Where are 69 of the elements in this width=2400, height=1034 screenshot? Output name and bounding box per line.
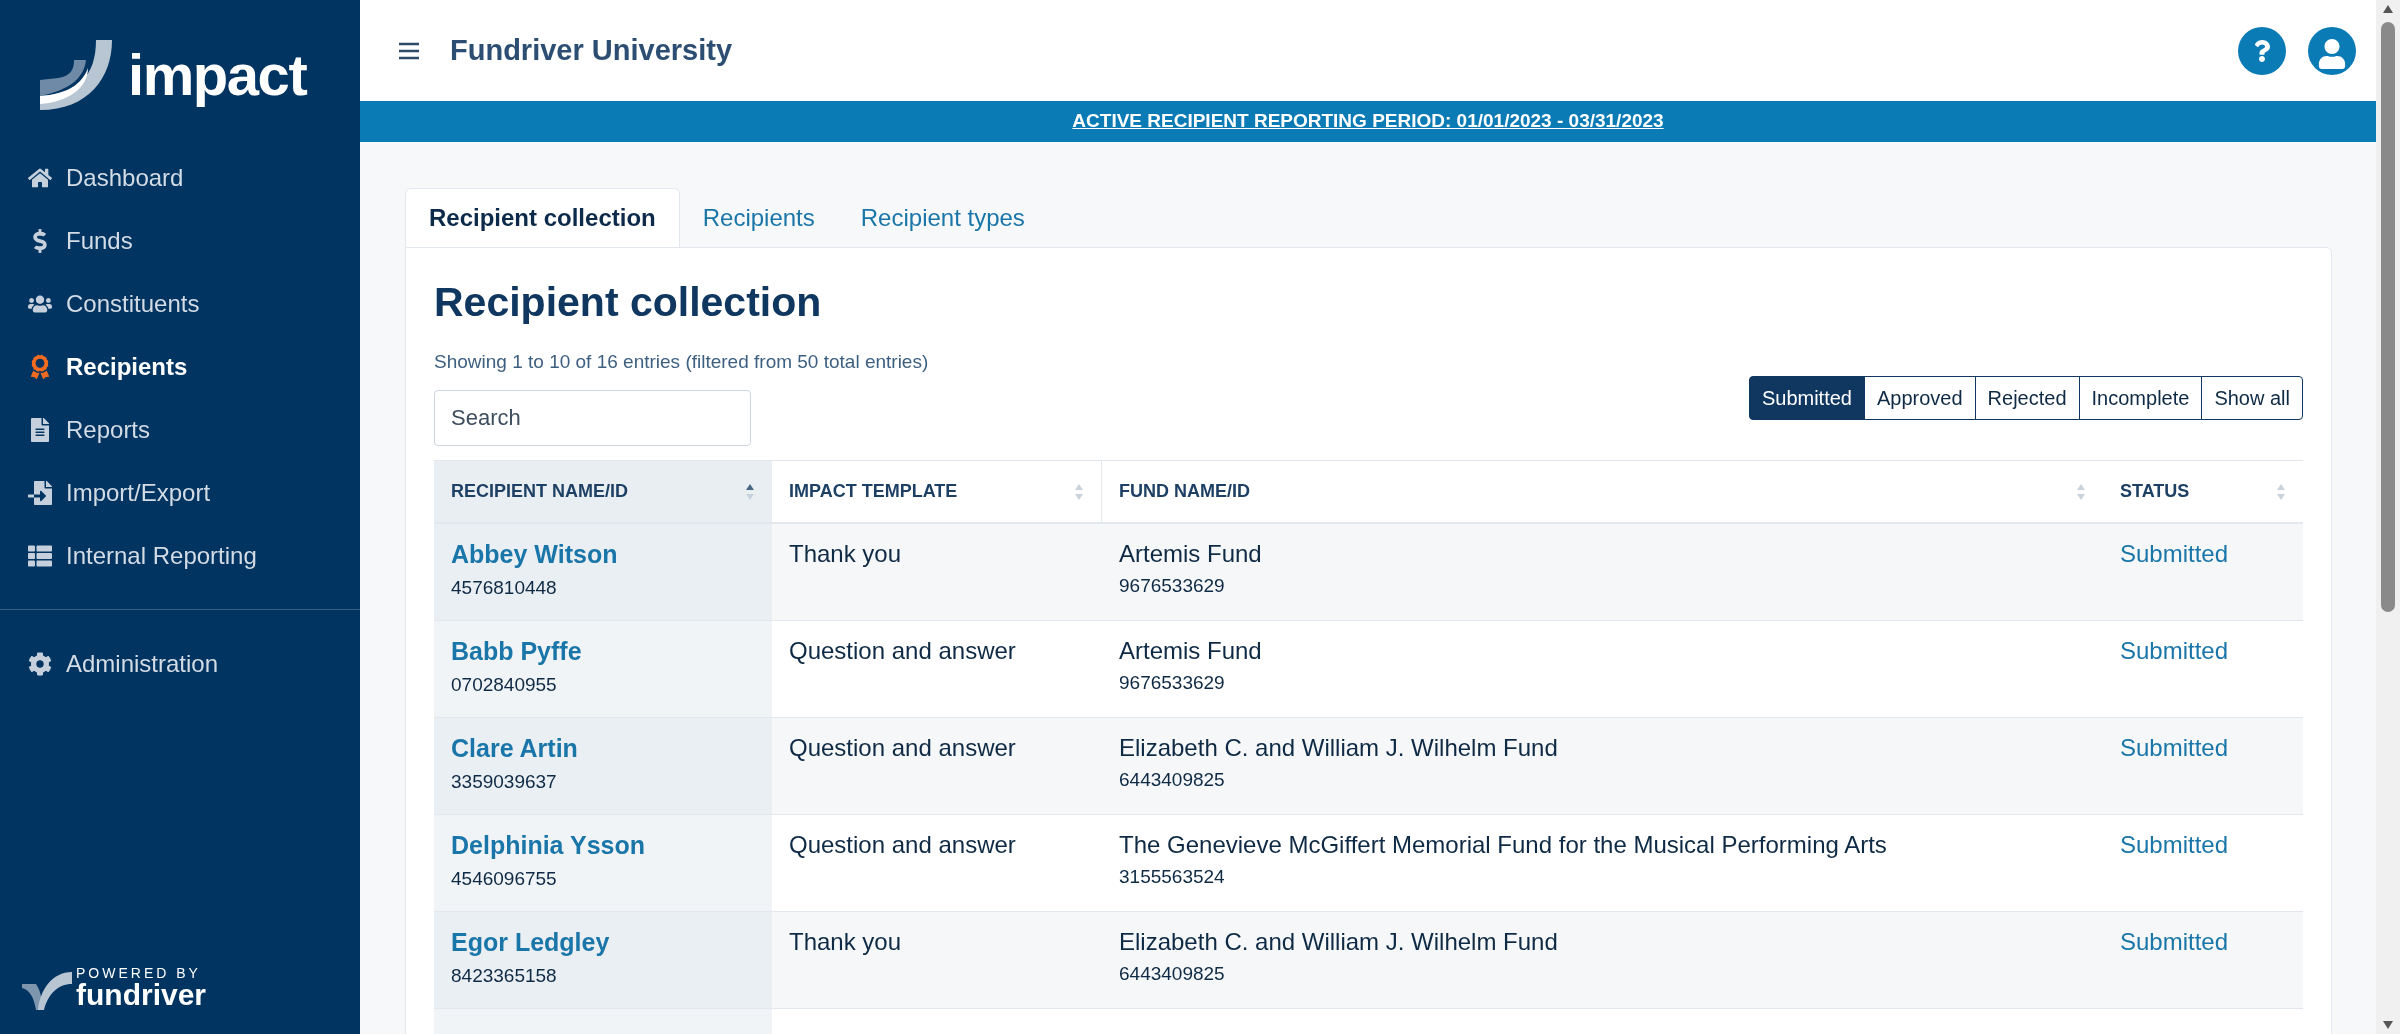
entries-info: Showing 1 to 10 of 16 entries (filtered from 50 total entries) — [434, 349, 929, 374]
template-name: Thank you — [789, 540, 902, 567]
scroll-up-icon[interactable] — [2382, 4, 2394, 14]
fund-name: Elizabeth C. and William J. Wilhelm Fund — [1119, 927, 1559, 957]
powered-by-text: POWERED BY — [76, 966, 202, 980]
column-header[interactable]: RECIPIENT NAME/ID — [434, 461, 772, 522]
reporting-period-link[interactable]: ACTIVE RECIPIENT REPORTING PERIOD: 01/01/2023 - 03/31/2023 — [1072, 107, 1664, 136]
fund-id: 9676533629 — [1119, 671, 1226, 695]
nav-item[interactable]: Internal Reporting — [0, 524, 360, 587]
fund-name: The Genevieve McGiffert Memorial Fund for the Musical Performing Arts — [1119, 830, 1888, 860]
template-name: Question and answer — [789, 637, 1016, 664]
user-avatar[interactable] — [2308, 26, 2356, 75]
recipient-id: 3359039637 — [451, 769, 558, 794]
settings-icon — [28, 651, 52, 676]
page-title: Recipient collection — [434, 278, 823, 327]
recipient-name-link[interactable]: Egor Ledgley — [451, 924, 755, 962]
search-field[interactable]: Search — [434, 390, 751, 446]
import-icon — [28, 480, 52, 505]
fund-name: Artemis Fund — [1119, 539, 1263, 569]
fund-id: 3155563524 — [1119, 865, 1226, 889]
recipient-name-link[interactable]: Clare Artin — [451, 730, 755, 768]
status-filter-button[interactable]: Approved — [1864, 376, 1976, 420]
logo-icon — [38, 38, 112, 112]
status-link[interactable]: Submitted — [2120, 831, 2229, 858]
menu-icon[interactable] — [398, 41, 420, 60]
fund-id: 6443409825 — [1119, 768, 1226, 792]
status-filter-button[interactable]: Show all — [2201, 376, 2303, 420]
nav-item[interactable]: Recipients — [0, 335, 360, 398]
status-filter-button[interactable]: Submitted — [1748, 376, 1865, 420]
recipient-name-link[interactable]: Delphinia Ysson — [451, 827, 755, 865]
status-link[interactable]: Submitted — [2120, 637, 2229, 664]
template-name: Question and answer — [789, 734, 1016, 761]
recipient-id: 4546096755 — [451, 866, 558, 891]
recipient-name-link[interactable]: Babb Pyffe — [451, 633, 755, 671]
scroll-down-icon[interactable] — [2382, 1020, 2394, 1030]
nav-item[interactable]: Funds — [0, 209, 360, 272]
status-link[interactable]: Submitted — [2120, 734, 2229, 761]
list-icon — [28, 543, 52, 568]
nav-item[interactable]: Dashboard — [0, 146, 360, 209]
scrollbar[interactable] — [2376, 0, 2400, 1034]
tab[interactable]: Recipients — [679, 188, 838, 247]
fund-id: 9676533629 — [1119, 574, 1226, 598]
tab[interactable]: Recipient types — [837, 188, 1048, 247]
person-icon — [2317, 38, 2347, 69]
scrollbar-thumb[interactable] — [2381, 22, 2395, 612]
template-name: Thank you — [789, 928, 902, 955]
recipient-name-link[interactable]: Abbey Witson — [451, 536, 755, 574]
status-link[interactable]: Submitted — [2120, 540, 2229, 567]
recipient-id: 0702840955 — [451, 672, 558, 697]
organization-name: Fundriver University — [450, 32, 733, 68]
recipient-id: 8423365158 — [451, 963, 558, 988]
template-name: Question and answer — [789, 831, 1016, 858]
tab[interactable]: Recipient collection — [405, 188, 680, 247]
recipient-id: 4576810448 — [451, 575, 558, 600]
nav-item[interactable]: Reports — [0, 398, 360, 461]
fund-id: 6443409825 — [1119, 962, 1226, 986]
nav-item[interactable]: Constituents — [0, 272, 360, 335]
nav-item[interactable]: Administration — [0, 632, 360, 695]
fund-name: Elizabeth C. and William J. Wilhelm Fund — [1119, 733, 1559, 763]
document-icon — [28, 417, 52, 442]
ribbon-icon — [28, 354, 52, 379]
status-filter-button[interactable]: Rejected — [1974, 376, 2080, 420]
fund-name: Artemis Fund — [1119, 636, 1263, 666]
help-button[interactable] — [2238, 26, 2286, 75]
brand-logo-icon — [22, 970, 72, 1010]
nav-item[interactable]: Import/Export — [0, 461, 360, 524]
brand-name: fundriver — [76, 980, 207, 1010]
status-link[interactable]: Submitted — [2120, 928, 2229, 955]
status-filter-button[interactable]: Incomplete — [2078, 376, 2203, 420]
